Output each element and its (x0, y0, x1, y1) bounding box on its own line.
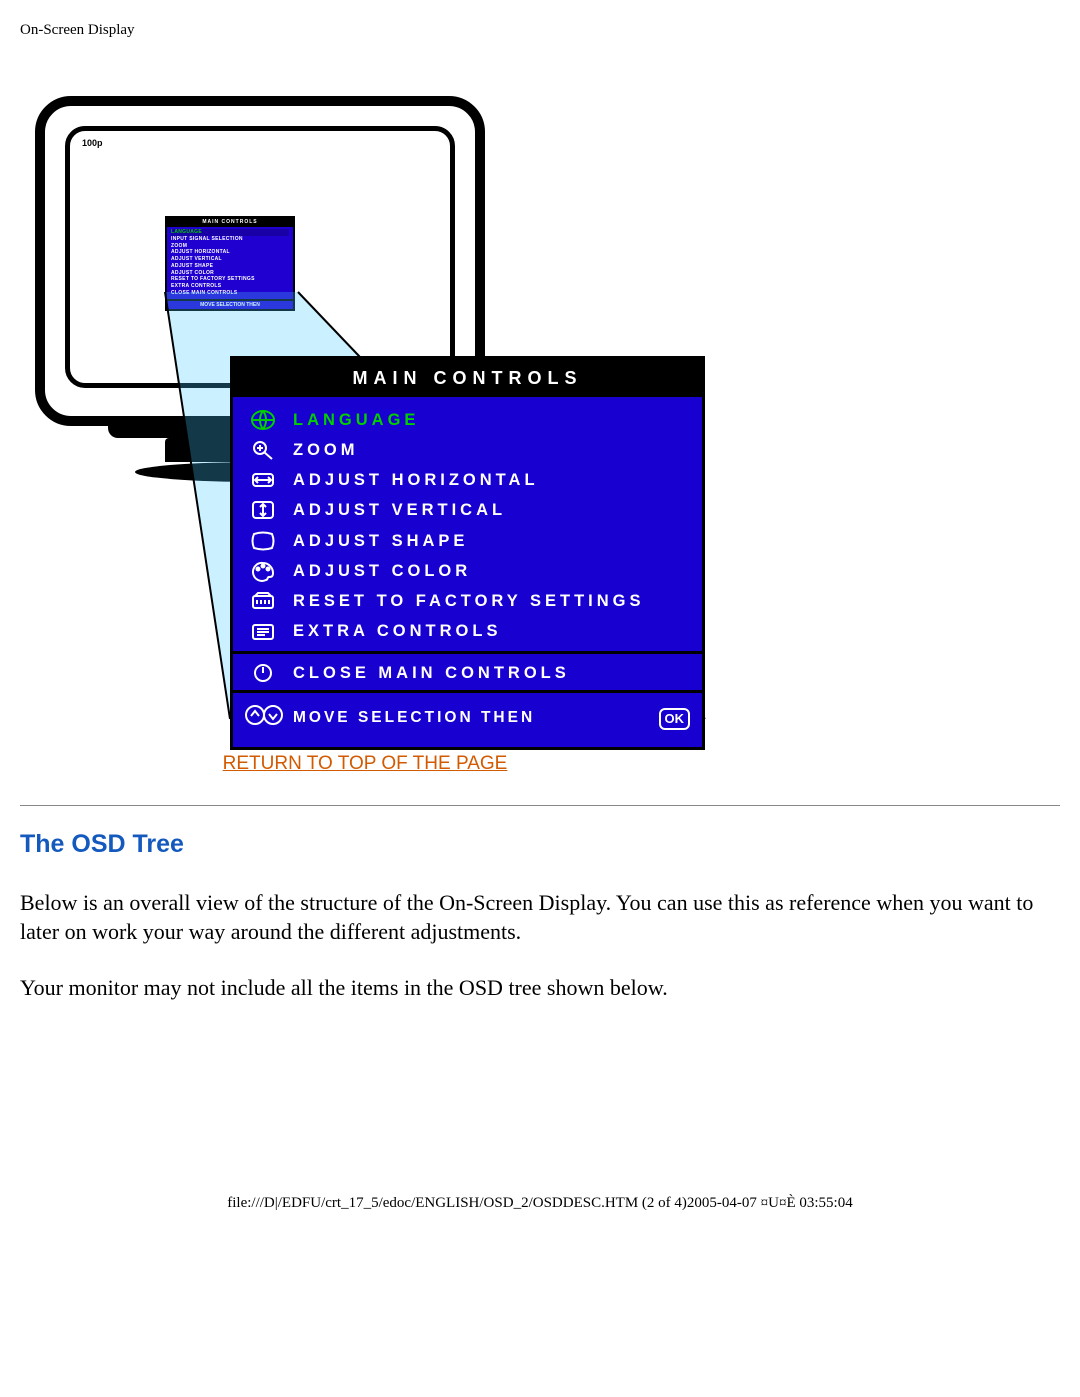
osd-menu-label: ADJUST VERTICAL (293, 499, 506, 521)
osd-menu-item-vertical[interactable]: ADJUST VERTICAL (245, 495, 690, 525)
mini-osd-row: ADJUST VERTICAL (171, 256, 289, 263)
osd-menu-item-horizontal[interactable]: ADJUST HORIZONTAL (245, 465, 690, 495)
mini-osd-panel: MAIN CONTROLS LANGUAGE INPUT SIGNAL SELE… (165, 216, 295, 311)
mini-osd-row: ADJUST SHAPE (171, 263, 289, 270)
osd-menu-label: ZOOM (293, 439, 359, 461)
mini-osd-footer: MOVE SELECTION THEN (167, 299, 293, 310)
mini-osd-row: INPUT SIGNAL SELECTION (171, 236, 289, 243)
section-divider (20, 805, 1060, 806)
illustration-area: 100p MAIN CONTROLS LANGUAGE INPUT SIGNAL… (20, 56, 710, 731)
zoom-icon (247, 439, 279, 461)
footer-file-path: file:///D|/EDFU/crt_17_5/edoc/ENGLISH/OS… (20, 1193, 1060, 1213)
close-icon (247, 662, 279, 684)
vert-icon (247, 499, 279, 521)
mini-osd-row: CLOSE MAIN CONTROLS (171, 290, 289, 297)
mini-osd-row: ADJUST HORIZONTAL (171, 249, 289, 256)
mini-osd-body: LANGUAGE INPUT SIGNAL SELECTION ZOOM ADJ… (167, 227, 293, 299)
osd-panel: MAIN CONTROLS LANGUAGE ZOOM ADJUST HORIZ… (230, 356, 705, 749)
mini-osd-row: ADJUST COLOR (171, 270, 289, 277)
osd-menu-item-color[interactable]: ADJUST COLOR (245, 556, 690, 586)
section-heading: The OSD Tree (20, 828, 1060, 862)
osd-menu-item-zoom[interactable]: ZOOM (245, 435, 690, 465)
ok-button[interactable]: OK (659, 708, 691, 730)
mini-osd-row: RESET TO FACTORY SETTINGS (171, 276, 289, 283)
osd-menu-label: ADJUST HORIZONTAL (293, 469, 539, 491)
mini-osd-row: EXTRA CONTROLS (171, 283, 289, 290)
mini-osd-row: LANGUAGE (171, 229, 289, 236)
osd-header: MAIN CONTROLS (233, 359, 702, 396)
language-icon (247, 409, 279, 431)
paragraph-1: Below is an overall view of the structur… (20, 888, 1060, 947)
osd-menu-label: EXTRA CONTROLS (293, 620, 501, 642)
mini-osd-row: ZOOM (171, 243, 289, 250)
osd-menu-label: ADJUST SHAPE (293, 530, 468, 552)
color-icon (247, 560, 279, 582)
paragraph-2: Your monitor may not include all the ite… (20, 973, 1060, 1003)
extra-icon (247, 621, 279, 643)
shape-icon (247, 530, 279, 552)
osd-menu-item-close[interactable]: CLOSE MAIN CONTROLS (245, 658, 690, 688)
crt-brand-text: 100p (82, 137, 103, 149)
page-title: On-Screen Display (20, 20, 1060, 40)
osd-menu-label: LANGUAGE (293, 409, 419, 431)
osd-divider (233, 651, 702, 654)
osd-menu-label: CLOSE MAIN CONTROLS (293, 662, 570, 684)
return-to-top-link[interactable]: RETURN TO TOP OF THE PAGE (20, 751, 710, 777)
mini-osd-header: MAIN CONTROLS (167, 218, 293, 227)
osd-menu-label: RESET TO FACTORY SETTINGS (293, 590, 645, 612)
osd-footer: MOVE SELECTION THEN OK (233, 690, 702, 747)
osd-menu-label: ADJUST COLOR (293, 560, 471, 582)
up-down-arrows-icon (245, 703, 283, 735)
osd-footer-label: MOVE SELECTION THEN (293, 708, 535, 729)
horiz-icon (247, 469, 279, 491)
osd-menu-item-extra[interactable]: EXTRA CONTROLS (245, 616, 690, 646)
osd-menu-item-language[interactable]: LANGUAGE (245, 405, 690, 435)
reset-icon (247, 590, 279, 612)
osd-menu-body: LANGUAGE ZOOM ADJUST HORIZONTAL ADJUST V… (233, 397, 702, 690)
osd-menu-item-shape[interactable]: ADJUST SHAPE (245, 526, 690, 556)
osd-menu-item-reset[interactable]: RESET TO FACTORY SETTINGS (245, 586, 690, 616)
